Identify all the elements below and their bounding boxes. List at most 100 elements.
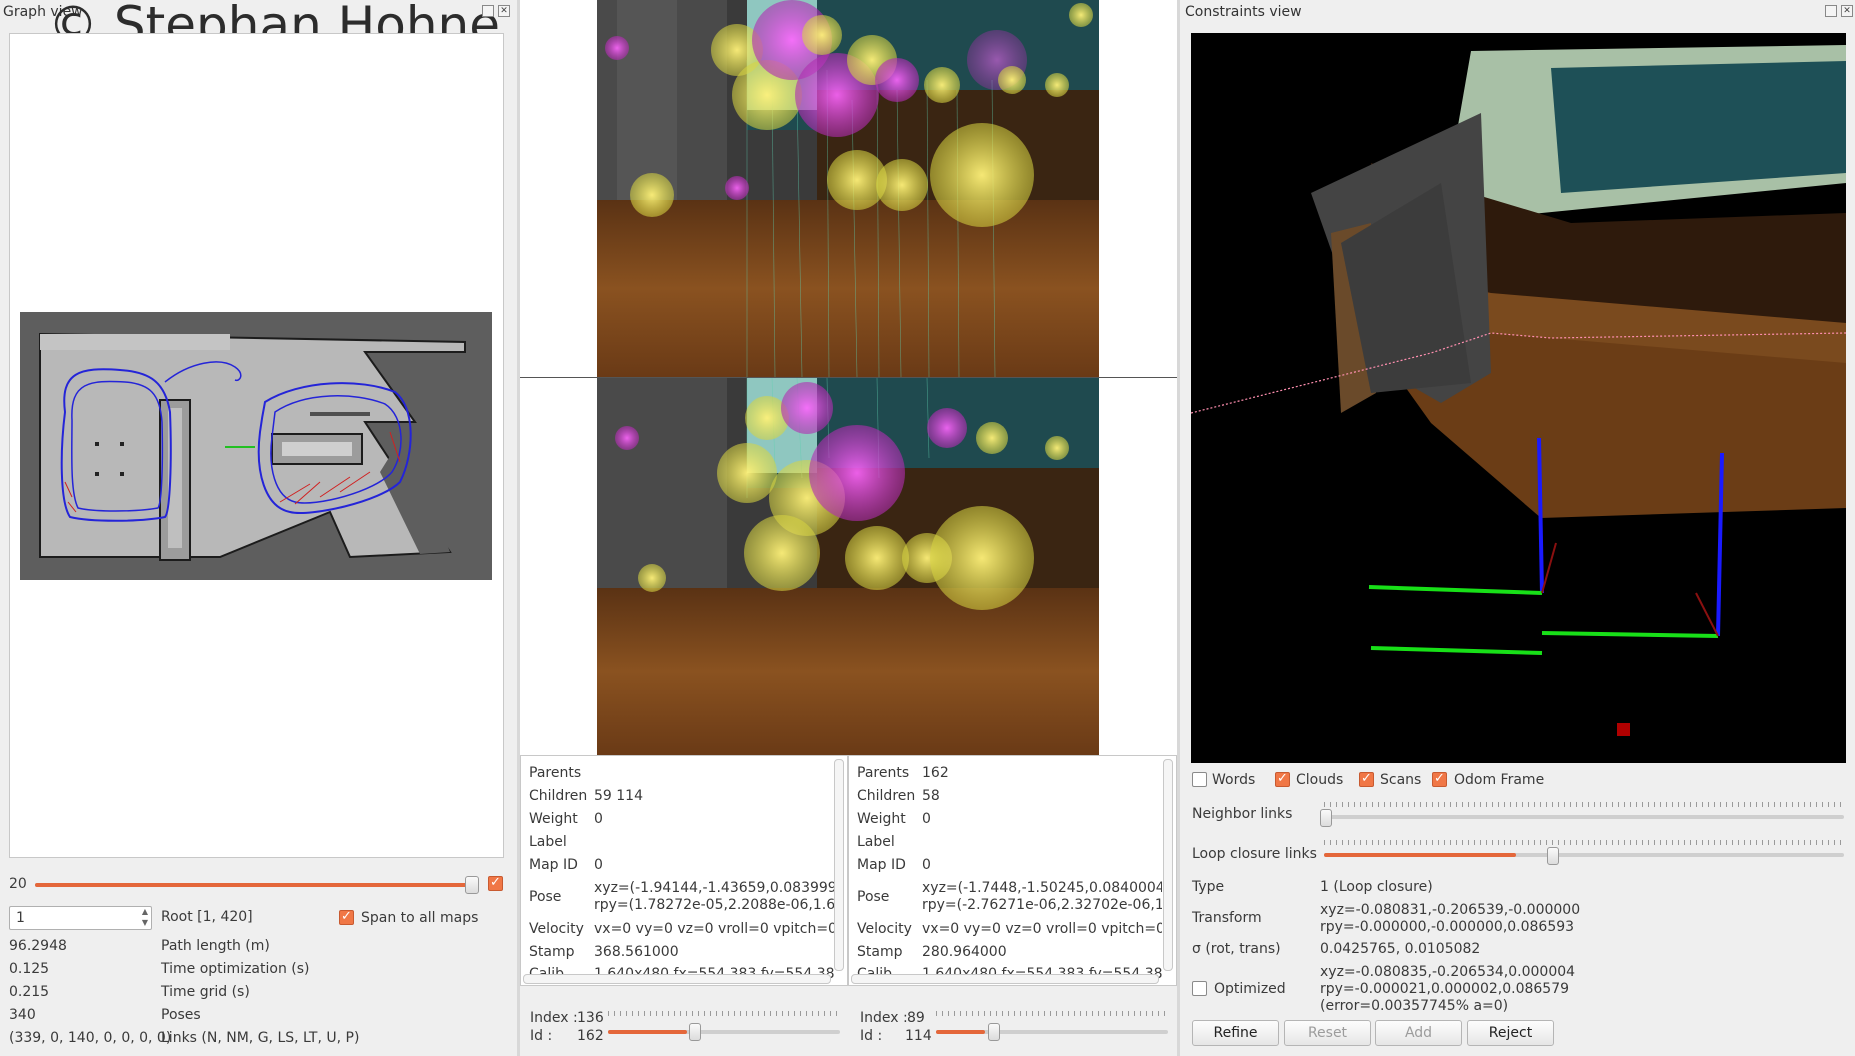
occupancy-map xyxy=(20,312,492,580)
graph-iteration-slider[interactable] xyxy=(35,883,475,887)
graph-slider-handle[interactable] xyxy=(465,876,479,894)
node-row-label: Label xyxy=(529,834,567,850)
clouds-label: Clouds xyxy=(1296,772,1344,788)
stat-label: Links (N, NM, G, LS, LT, U, P) xyxy=(161,1030,360,1046)
image-top xyxy=(597,0,1099,377)
node-row-label: Label xyxy=(857,834,895,850)
constraints-view-title: Constraints view xyxy=(1185,4,1302,20)
node-row-label: Children xyxy=(529,788,588,804)
graph-view-close-icon[interactable]: ✕ xyxy=(498,5,510,17)
stat-value: 0.125 xyxy=(9,961,50,977)
velocity-label: Velocity xyxy=(857,921,912,937)
pose-rpy: rpy=(1.78272e-05,2.2088e-06,1.637 xyxy=(594,897,834,913)
image-bottom xyxy=(597,378,1099,755)
stamp-value: 280.964000 xyxy=(922,944,1007,960)
node-row-value: 162 xyxy=(922,765,949,781)
loop-closure-slider[interactable] xyxy=(1324,853,1844,857)
sigma-label: σ (rot, trans) xyxy=(1192,941,1281,957)
odom-frame-label: Odom Frame xyxy=(1454,772,1545,788)
graph-view-float-icon[interactable] xyxy=(482,5,494,17)
stamp-label: Stamp xyxy=(529,944,575,960)
index-ticks xyxy=(608,1011,840,1016)
stat-label: Time optimization (s) xyxy=(161,961,310,977)
neighbor-links-slider[interactable] xyxy=(1324,815,1844,819)
index-slider-handle[interactable] xyxy=(689,1023,701,1041)
constraints-float-icon[interactable] xyxy=(1825,5,1837,17)
stat-label: Path length (m) xyxy=(161,938,270,954)
neighbor-ticks xyxy=(1324,802,1844,807)
clouds-checkbox[interactable] xyxy=(1275,771,1290,787)
index-slider-handle[interactable] xyxy=(988,1023,1000,1041)
loop-closure-handle[interactable] xyxy=(1547,847,1559,865)
node-info-vscroll[interactable] xyxy=(1163,759,1173,971)
constraints-close-icon[interactable]: ✕ xyxy=(1841,5,1853,17)
node-row-value: 0 xyxy=(922,857,931,873)
node-info-hscroll[interactable] xyxy=(523,974,831,984)
stamp-value: 368.561000 xyxy=(594,944,679,960)
odom-frame-checkbox[interactable] xyxy=(1432,771,1447,787)
transform-label: Transform xyxy=(1192,910,1262,926)
index-value: 136 xyxy=(577,1010,604,1026)
id-label: Id : xyxy=(860,1028,883,1044)
root-spinbox[interactable]: 1 ▲ ▼ xyxy=(9,906,152,930)
index-label: Index : xyxy=(860,1010,908,1026)
stamp-label: Stamp xyxy=(857,944,903,960)
index-slider-fill xyxy=(936,1030,985,1034)
index-ticks xyxy=(936,1011,1168,1016)
stat-value: 0.215 xyxy=(9,984,50,1000)
node-row-value: 0 xyxy=(594,857,603,873)
span-all-maps-checkbox[interactable] xyxy=(339,909,354,925)
words-label: Words xyxy=(1212,772,1256,788)
add-button[interactable]: Add xyxy=(1375,1020,1462,1046)
words-checkbox[interactable] xyxy=(1192,772,1207,787)
optimized-xyz: xyz=-0.080835,-0.206534,0.000004 xyxy=(1320,964,1576,980)
id-label: Id : xyxy=(530,1028,553,1044)
refine-button[interactable]: Refine xyxy=(1192,1020,1279,1046)
scans-checkbox[interactable] xyxy=(1359,771,1374,787)
pose-label: Pose xyxy=(529,889,562,905)
node-info-right: Parents 162 Children 58 Weight 0 Label M… xyxy=(848,755,1177,986)
spin-down-icon[interactable]: ▼ xyxy=(142,918,148,927)
velocity-value: vx=0 vy=0 vz=0 vroll=0 vpitch=0 vya xyxy=(594,921,834,937)
node-row-label: Parents xyxy=(857,765,910,781)
reject-button[interactable]: Reject xyxy=(1467,1020,1554,1046)
graph-slider-checkbox[interactable] xyxy=(488,875,503,891)
reset-button[interactable]: Reset xyxy=(1284,1020,1371,1046)
velocity-value: vx=0 vy=0 vz=0 vroll=0 vpitch=0 vya xyxy=(922,921,1162,937)
id-value: 162 xyxy=(577,1028,604,1044)
stat-value: (339, 0, 140, 0, 0, 0, 0) xyxy=(9,1030,172,1046)
constraints-view-panel: Constraints view ✕ Words Clouds Scans Od… xyxy=(1180,0,1855,1056)
node-row-value: 58 xyxy=(922,788,940,804)
id-value: 114 xyxy=(905,1028,932,1044)
constraints-3d-viewport[interactable] xyxy=(1191,33,1846,763)
node-info-hscroll[interactable] xyxy=(851,974,1159,984)
node-row-label: Map ID xyxy=(857,857,906,873)
index-slider-left[interactable] xyxy=(608,1030,840,1034)
neighbor-slider-handle[interactable] xyxy=(1320,809,1332,827)
loop-closure-fill xyxy=(1324,853,1517,857)
root-label: Root [1, 420] xyxy=(161,909,253,925)
index-control-right: Index : 89 Id : 114 xyxy=(848,1008,1177,1048)
loop-closure-ticks xyxy=(1324,840,1844,845)
node-info-vscroll[interactable] xyxy=(834,759,844,971)
node-row-label: Map ID xyxy=(529,857,578,873)
image-view-area xyxy=(520,0,1177,755)
node-row-value: 0 xyxy=(594,811,603,827)
index-slider-right[interactable] xyxy=(936,1030,1168,1034)
graph-canvas[interactable] xyxy=(9,33,504,858)
pose-xyz: xyz=(-1.7448,-1.50245,0.0840004) xyxy=(922,880,1162,896)
optimized-label: Optimized xyxy=(1214,981,1286,997)
pose-xyz: xyz=(-1.94144,-1.43659,0.0839997) xyxy=(594,880,834,896)
spin-up-icon[interactable]: ▲ xyxy=(142,907,148,916)
node-row-value: 0 xyxy=(922,811,931,827)
stat-label: Time grid (s) xyxy=(161,984,250,1000)
type-value: 1 (Loop closure) xyxy=(1320,879,1433,895)
graph-slider-value: 20 xyxy=(9,876,27,892)
optimized-rpy: rpy=-0.000021,0.000002,0.086579 xyxy=(1320,981,1570,997)
node-row-value: 59 114 xyxy=(594,788,643,804)
stat-label: Poses xyxy=(161,1007,201,1023)
optimized-checkbox[interactable] xyxy=(1192,981,1207,996)
transform-xyz: xyz=-0.080831,-0.206539,-0.000000 xyxy=(1320,902,1581,918)
node-row-label: Children xyxy=(857,788,916,804)
optimized-error: (error=0.00357745% a=0) xyxy=(1320,998,1509,1014)
